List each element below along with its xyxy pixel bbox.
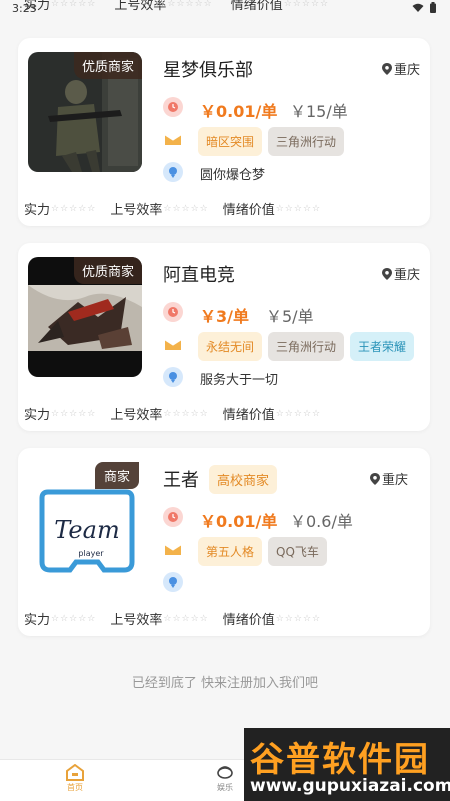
game-category-icon [163, 540, 183, 560]
status-icons [412, 2, 436, 13]
original-price: ￥5/单 [266, 307, 314, 326]
stat-label: 实力 [24, 203, 51, 218]
merchant-name: 阿直电竞 [163, 265, 235, 286]
stat-label: 情绪价值 [222, 203, 275, 218]
game-chips: 永结无间 三角洲行动 王者荣耀 [198, 332, 415, 361]
stat-label: 情绪价值 [222, 613, 275, 628]
location-pin-icon [381, 267, 392, 280]
home-icon [66, 764, 84, 781]
slogan-icon [163, 367, 183, 387]
battery-icon [430, 2, 436, 13]
city-label: 重庆 [393, 63, 420, 78]
game-chips: 第五人格 QQ飞车 [198, 537, 327, 566]
city-label: 重庆 [393, 268, 420, 283]
site-watermark: 谷普软件园 www.gupuxiazai.com [244, 728, 450, 801]
merchant-card[interactable]: 优质商家 星梦俱乐部 重庆 ￥0.01/单 ￥15/单 暗区突围 三角洲行动 圆… [18, 38, 430, 226]
watermark-brand: 谷普软件园 [250, 740, 430, 780]
merchant-logo: Team player 商家 [28, 462, 146, 584]
nav-home[interactable]: 首页 [45, 764, 105, 793]
game-chip[interactable]: 第五人格 [198, 537, 263, 566]
original-price: ￥15/单 [290, 102, 348, 121]
merchant-slogan: 服务大于一切 [200, 373, 279, 388]
wifi-icon [412, 3, 424, 12]
rating-stars: ☆☆☆☆☆ [163, 408, 209, 419]
merchant-city: 重庆 [369, 469, 408, 488]
game-category-icon [163, 335, 183, 355]
merchant-city: 重庆 [381, 264, 420, 283]
slogan-icon [163, 162, 183, 182]
logo-subtext: player [78, 549, 104, 558]
game-chip[interactable]: QQ飞车 [268, 537, 327, 566]
current-price: ￥3/单 [200, 307, 249, 326]
rating-stars: ☆☆☆☆☆ [51, 203, 97, 214]
price-clock-icon [163, 97, 183, 117]
merchant-name: 星梦俱乐部 [163, 60, 253, 81]
current-price: ￥0.01/单 [200, 512, 278, 531]
nav-entertainment-label: 娱乐 [217, 783, 233, 792]
merchant-city: 重庆 [381, 59, 420, 78]
campus-merchant-tag: 高校商家 [209, 465, 278, 494]
rating-row: 实力 ☆☆☆☆☆ 上号效率 ☆☆☆☆☆ 情绪价值 ☆☆☆☆☆ [24, 609, 321, 628]
game-chip[interactable]: 暗区突围 [198, 127, 263, 156]
status-bar: 3:23 [0, 0, 450, 18]
stat-label: 上号效率 [110, 408, 163, 423]
rating-stars: ☆☆☆☆☆ [163, 203, 209, 214]
premium-merchant-badge: 优质商家 [73, 257, 142, 284]
original-price: ￥0.6/单 [290, 512, 353, 531]
logo-text: Team [54, 516, 119, 544]
game-chip[interactable]: 三角洲行动 [268, 332, 345, 361]
rating-row: 实力 ☆☆☆☆☆ 上号效率 ☆☆☆☆☆ 情绪价值 ☆☆☆☆☆ [24, 199, 321, 218]
current-price: ￥0.01/单 [200, 102, 278, 121]
merchant-badge: 商家 [95, 462, 140, 489]
nav-home-label: 首页 [67, 783, 83, 792]
merchant-thumbnail: 优质商家 [28, 257, 142, 377]
rating-stars: ☆☆☆☆☆ [163, 613, 209, 624]
location-pin-icon [381, 62, 392, 75]
rating-stars: ☆☆☆☆☆ [275, 613, 322, 624]
premium-merchant-badge: 优质商家 [73, 52, 142, 79]
rating-stars: ☆☆☆☆☆ [275, 408, 322, 419]
price-clock-icon [163, 302, 183, 322]
price-clock-icon [163, 507, 183, 527]
rating-stars: ☆☆☆☆☆ [51, 408, 97, 419]
merchant-slogan: 圆你爆仓梦 [200, 168, 266, 183]
watermark-url: www.gupuxiazai.com [250, 776, 450, 796]
stat-label: 上号效率 [110, 613, 163, 628]
entertainment-icon [217, 766, 233, 779]
stat-label: 实力 [24, 613, 51, 628]
location-pin-icon [369, 472, 380, 485]
stat-label: 实力 [24, 408, 51, 423]
slogan-icon [163, 572, 183, 592]
city-label: 重庆 [381, 473, 408, 488]
game-chip[interactable]: 永结无间 [198, 332, 263, 361]
rating-stars: ☆☆☆☆☆ [51, 613, 97, 624]
game-chip[interactable]: 王者荣耀 [350, 332, 415, 361]
merchant-name: 王者 [163, 470, 199, 491]
rating-row: 实力 ☆☆☆☆☆ 上号效率 ☆☆☆☆☆ 情绪价值 ☆☆☆☆☆ [24, 404, 321, 423]
merchant-thumbnail: 优质商家 [28, 52, 142, 172]
game-chip[interactable]: 三角洲行动 [268, 127, 345, 156]
merchant-card[interactable]: Team player 商家 王者 高校商家 重庆 ￥0.01/单 ￥0.6/单… [18, 448, 430, 636]
list-end-text: 已经到底了 快来注册加入我们吧 [131, 676, 319, 691]
status-time: 3:23 [12, 2, 37, 15]
rating-stars: ☆☆☆☆☆ [275, 203, 322, 214]
merchant-card[interactable]: 优质商家 阿直电竞 重庆 ￥3/单 ￥5/单 永结无间 三角洲行动 王者荣耀 服… [18, 243, 430, 431]
stat-label: 情绪价值 [222, 408, 275, 423]
game-chips: 暗区突围 三角洲行动 [198, 127, 345, 156]
game-category-icon [163, 130, 183, 150]
stat-label: 上号效率 [110, 203, 163, 218]
